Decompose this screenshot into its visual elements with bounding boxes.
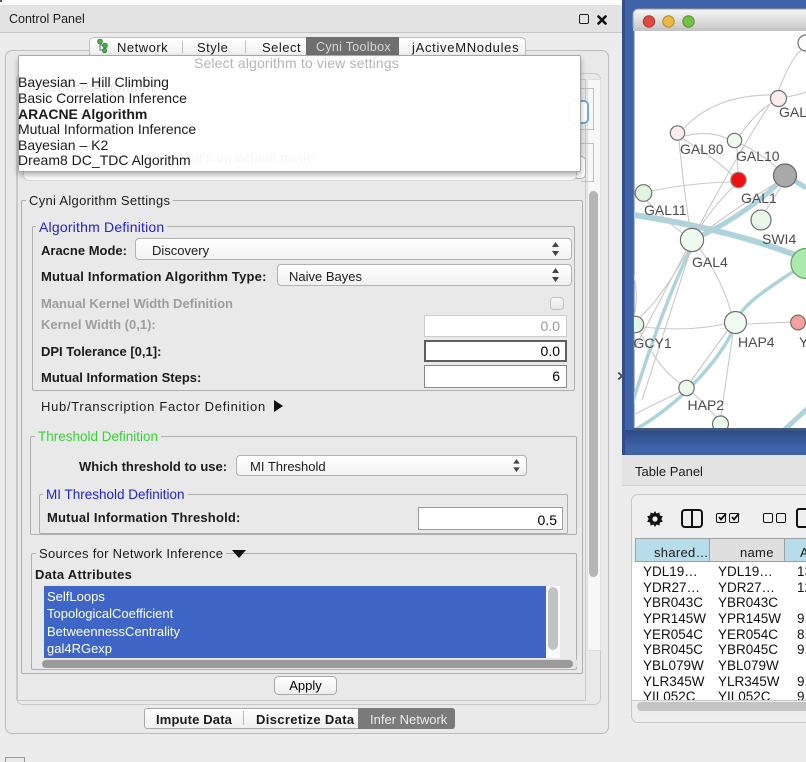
- svg-text:GAL1: GAL1: [741, 190, 777, 206]
- svg-text:SWI4: SWI4: [762, 231, 796, 247]
- svg-text:GAL11: GAL11: [644, 202, 687, 218]
- svg-text:HAP2: HAP2: [688, 397, 725, 413]
- svg-text:GAL80: GAL80: [680, 141, 724, 157]
- svg-text:GAL10: GAL10: [736, 148, 780, 164]
- svg-text:GCY1: GCY1: [634, 335, 672, 351]
- svg-text:GAL7: GAL7: [779, 104, 806, 120]
- svg-text:Y: Y: [799, 334, 806, 350]
- svg-text:GAL4: GAL4: [692, 254, 728, 270]
- svg-text:HAP4: HAP4: [738, 334, 775, 350]
